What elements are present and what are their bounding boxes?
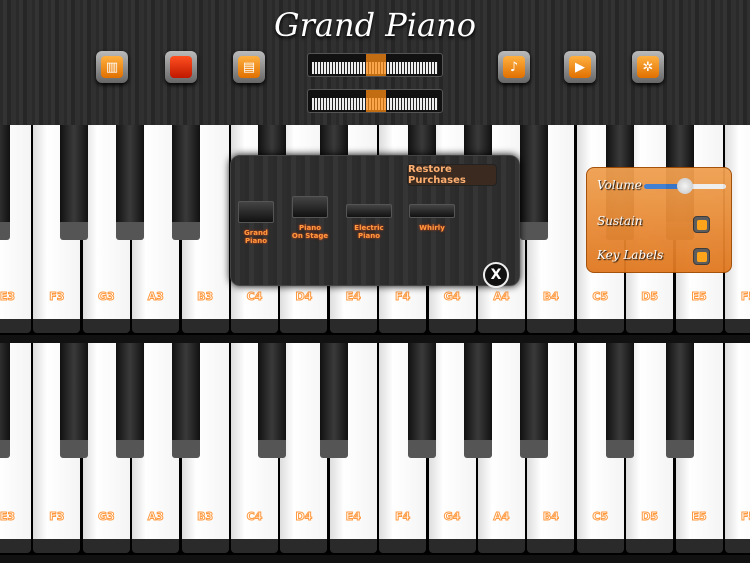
instrument-store-popup: Restore Purchases Grand Piano Piano On S… — [230, 155, 520, 288]
music-button[interactable]: ♪ — [498, 51, 530, 83]
key-label: F3 — [49, 510, 65, 524]
key-label: F5 — [740, 510, 750, 524]
music-note-icon: ♪ — [503, 56, 525, 78]
key-label: F4 — [395, 510, 411, 524]
key-label: C5 — [592, 510, 609, 524]
black-key[interactable] — [172, 343, 200, 458]
instrument-grand-piano[interactable]: Grand Piano — [226, 201, 286, 245]
key-label: G4 — [443, 510, 461, 524]
key-label: D5 — [641, 510, 659, 524]
key-label: D4 — [295, 290, 313, 304]
key-label: G3 — [97, 510, 115, 524]
restore-purchases-button[interactable]: Restore Purchases — [407, 164, 497, 186]
black-key[interactable] — [520, 343, 548, 458]
black-key[interactable] — [0, 343, 10, 458]
app-title: Grand Piano — [274, 6, 476, 44]
black-key[interactable] — [60, 125, 88, 240]
key-label: F5 — [740, 290, 750, 304]
sustain-label: Sustain — [597, 214, 643, 228]
instrument-piano-on-stage[interactable]: Piano On Stage — [280, 196, 340, 240]
play-icon: ▶ — [569, 56, 591, 78]
settings-panel: Volume Sustain Key Labels — [586, 167, 732, 273]
key-label: C4 — [246, 290, 263, 304]
black-key[interactable] — [520, 125, 548, 240]
black-key[interactable] — [606, 343, 634, 458]
keyboard-button[interactable]: ▥ — [96, 51, 128, 83]
key-label: E3 — [0, 290, 16, 304]
header-bar: Grand Piano ▥ ▤ ♪ ▶ ✲ — [0, 0, 750, 125]
keyboard-bottom: E3 F3 G3 A3 B3 C4 D4 E4 F4 G4 A4 B4 C5 D5 E5 F5 — [0, 343, 750, 555]
key-label: E4 — [345, 290, 361, 304]
settings-button[interactable]: ✲ — [632, 51, 664, 83]
key-labels-checkbox[interactable] — [693, 248, 710, 265]
key-labels-label: Key Labels — [597, 248, 664, 262]
key-label: B4 — [542, 510, 559, 524]
keyboard-range-bottom[interactable] — [307, 89, 443, 113]
black-key[interactable] — [258, 343, 286, 458]
key-label: A4 — [493, 290, 510, 304]
key-label: G3 — [97, 290, 115, 304]
volume-slider-knob[interactable] — [677, 178, 693, 194]
key-label: E5 — [691, 290, 707, 304]
key-label: B3 — [197, 290, 214, 304]
black-key[interactable] — [0, 125, 10, 240]
black-key[interactable] — [60, 343, 88, 458]
gear-icon: ✲ — [637, 56, 659, 78]
black-key[interactable] — [172, 125, 200, 240]
key-label: A3 — [147, 290, 164, 304]
sustain-checkbox[interactable] — [693, 216, 710, 233]
key-label: C5 — [592, 290, 609, 304]
key-label: G4 — [443, 290, 461, 304]
key-label: D4 — [295, 510, 313, 524]
record-icon — [170, 56, 192, 78]
play-button[interactable]: ▶ — [564, 51, 596, 83]
black-key[interactable] — [464, 343, 492, 458]
key-label: C4 — [246, 510, 263, 524]
black-key[interactable] — [116, 343, 144, 458]
range-handle[interactable] — [366, 90, 386, 112]
keyboard-range-top[interactable] — [307, 53, 443, 77]
black-key[interactable] — [116, 125, 144, 240]
key-label: F3 — [49, 290, 65, 304]
key-label: E3 — [0, 510, 16, 524]
volume-label: Volume — [597, 178, 642, 192]
key-label: E4 — [345, 510, 361, 524]
key-label: A3 — [147, 510, 164, 524]
key-label: E5 — [691, 510, 707, 524]
range-handle[interactable] — [366, 54, 386, 76]
black-key[interactable] — [408, 343, 436, 458]
key-label: B4 — [542, 290, 559, 304]
black-key[interactable] — [320, 343, 348, 458]
key-label: D5 — [641, 290, 659, 304]
key-label: B3 — [197, 510, 214, 524]
instrument-electric-piano[interactable]: Electric Piano — [339, 204, 399, 240]
record-button[interactable] — [165, 51, 197, 83]
file-button[interactable]: ▤ — [233, 51, 265, 83]
white-key[interactable]: F5 — [725, 343, 750, 553]
instrument-whirly[interactable]: Whirly — [402, 204, 462, 232]
black-key[interactable] — [666, 343, 694, 458]
keyboard-icon: ▥ — [101, 56, 123, 78]
file-icon: ▤ — [238, 56, 260, 78]
key-label: A4 — [493, 510, 510, 524]
volume-slider[interactable] — [644, 178, 726, 194]
key-label: F4 — [395, 290, 411, 304]
close-button[interactable]: X — [483, 262, 509, 288]
